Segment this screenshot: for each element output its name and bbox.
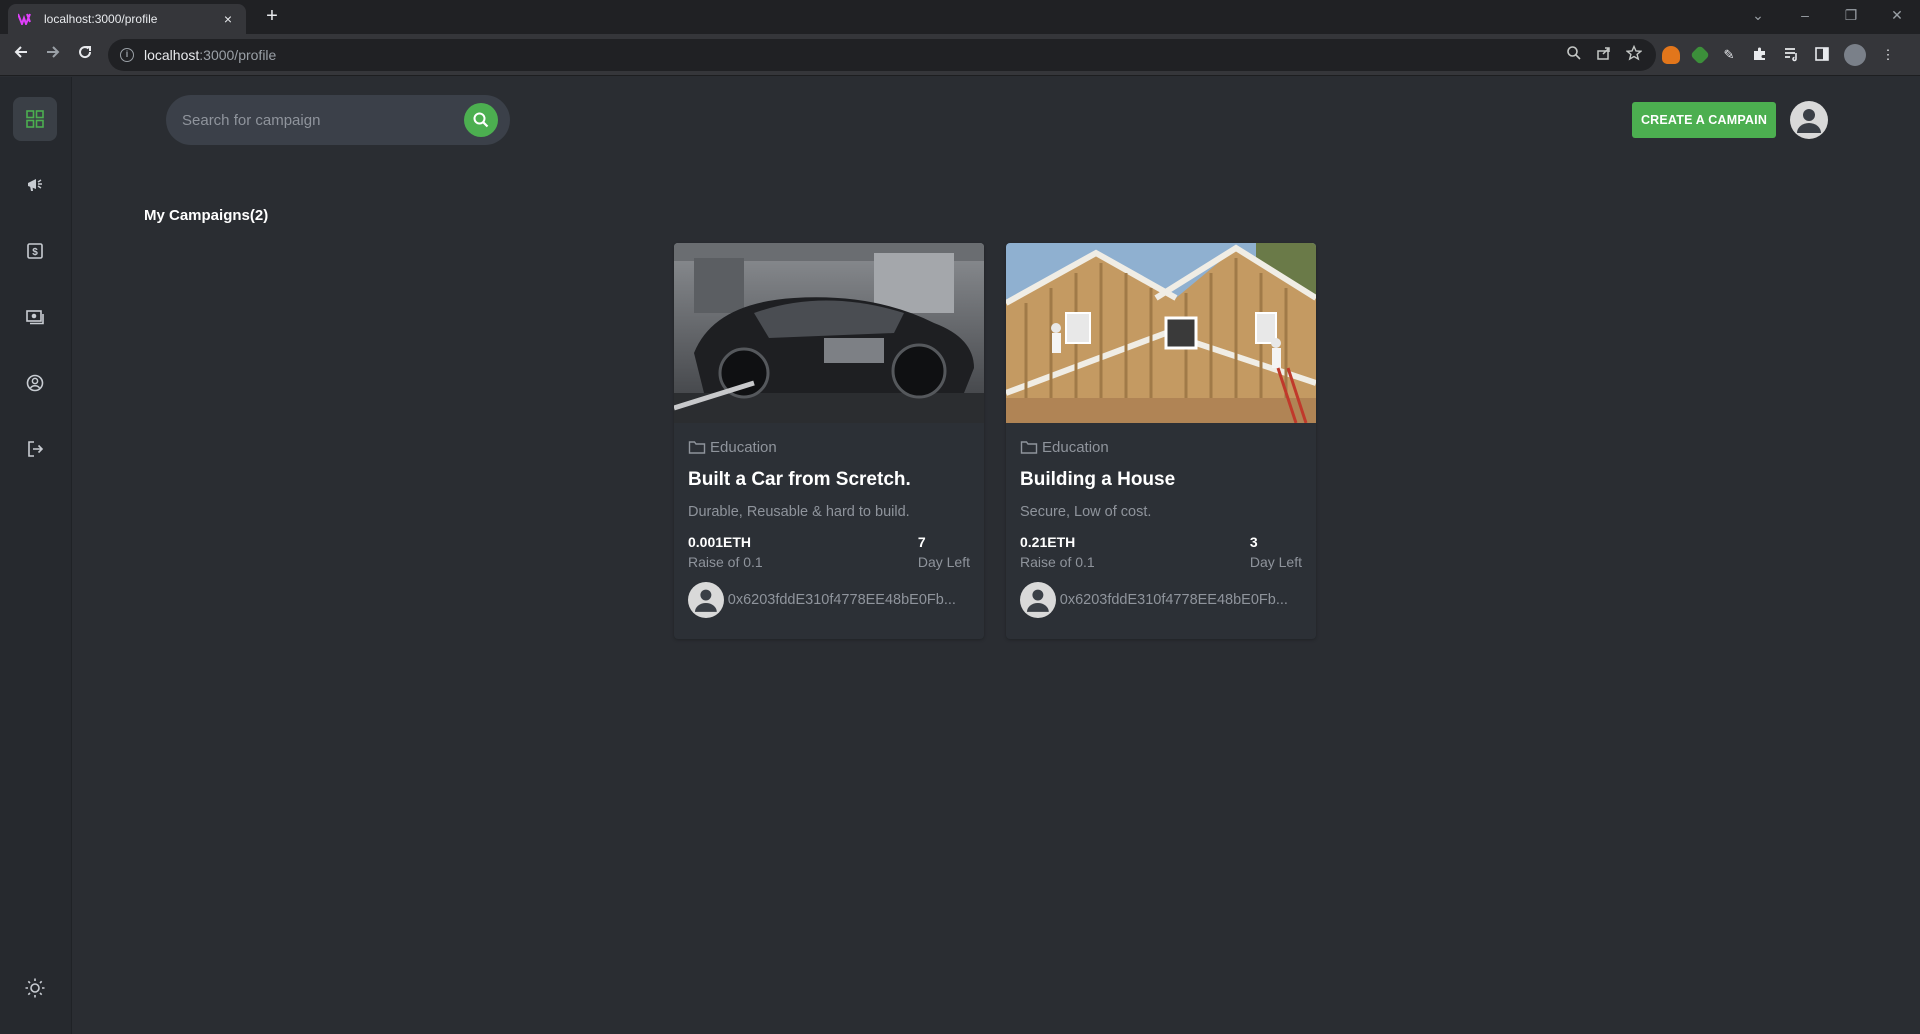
sidebar-item-dashboard[interactable] [13, 97, 57, 141]
create-campaign-button[interactable]: CREATE A CAMPAIN [1632, 102, 1776, 138]
logout-icon [28, 441, 44, 457]
sidebar-item-payment[interactable]: $ [13, 229, 57, 273]
campaign-raised: 0.21ETH Raise of 0.1 [1020, 534, 1095, 570]
close-window-icon[interactable]: ✕ [1874, 4, 1920, 30]
owner-avatar [1020, 582, 1056, 618]
tab-title: localhost:3000/profile [44, 12, 158, 26]
minimize-icon[interactable]: – [1782, 4, 1828, 30]
campaign-category: Education [1020, 437, 1302, 457]
search-input[interactable] [182, 111, 452, 129]
campaign-description: Durable, Reusable & hard to build. [688, 504, 910, 520]
share-icon[interactable] [1596, 45, 1612, 61]
metamask-extension-icon[interactable] [1662, 46, 1680, 64]
browser-tabbar: localhost:3000/profile × + ⌄ – ❐ ✕ [0, 0, 1920, 34]
search-bar [166, 95, 510, 145]
dashboard-icon [26, 110, 44, 128]
owner-avatar-icon [1026, 589, 1049, 612]
browser-menu-icon[interactable]: ⋮ [1879, 46, 1897, 64]
withdraw-icon [26, 310, 44, 325]
campaign-image-house [1006, 243, 1316, 423]
sidebar-item-withdraw[interactable] [13, 295, 57, 339]
tab-search-chevron-icon[interactable]: ⌄ [1735, 4, 1781, 30]
sidebar-item-logout[interactable] [13, 427, 57, 471]
svg-text:$: $ [32, 247, 38, 258]
sidebar: $ [0, 77, 72, 1034]
theme-toggle-sun-icon[interactable] [24, 977, 46, 999]
campaign-days-left: 7 Day Left [917, 534, 970, 570]
campaign-owner: 0x6203fddE310f4778EE48bE0Fb... [1020, 582, 1302, 618]
folder-icon [1020, 441, 1038, 454]
campaign-description: Secure, Low of cost. [1020, 504, 1152, 520]
green-extension-icon[interactable] [1690, 45, 1710, 65]
sidebar-item-campaign[interactable] [13, 163, 57, 207]
site-favicon-icon [18, 13, 31, 25]
search-icon [473, 112, 489, 128]
tab-close-icon[interactable]: × [220, 11, 236, 27]
profile-avatar-icon[interactable] [1844, 44, 1866, 66]
user-avatar-icon [1797, 109, 1821, 133]
reload-icon[interactable] [73, 43, 97, 67]
campaign-image-car [674, 243, 984, 423]
side-panel-icon[interactable] [1813, 46, 1831, 64]
campaign-title: Built a Car from Scretch. [688, 469, 911, 490]
url-text: localhost:3000/profile [144, 47, 277, 63]
site-info-icon[interactable]: i [120, 48, 134, 62]
address-bar[interactable]: i localhost:3000/profile [108, 39, 1656, 71]
media-queue-icon[interactable] [1782, 46, 1800, 64]
campaign-icon [28, 179, 42, 191]
campaign-category: Education [688, 437, 970, 457]
campaign-raised: 0.001ETH Raise of 0.1 [688, 534, 763, 570]
sidebar-item-profile[interactable] [13, 361, 57, 405]
zoom-icon[interactable] [1566, 45, 1582, 61]
campaign-days-left: 3 Day Left [1249, 534, 1302, 570]
owner-avatar [688, 582, 724, 618]
search-button[interactable] [464, 103, 498, 137]
forward-icon[interactable] [41, 43, 65, 67]
pen-extension-icon[interactable]: ✎ [1720, 46, 1738, 64]
bookmark-star-icon[interactable] [1626, 45, 1642, 61]
profile-icon [26, 374, 44, 392]
back-icon[interactable] [9, 43, 33, 67]
payment-icon: $ [27, 243, 43, 259]
user-avatar-button[interactable] [1790, 101, 1828, 139]
campaign-owner: 0x6203fddE310f4778EE48bE0Fb... [688, 582, 970, 618]
owner-avatar-icon [694, 589, 717, 612]
browser-toolbar: i localhost:3000/profile ✎ ⋮ [0, 34, 1920, 76]
restore-icon[interactable]: ❐ [1828, 4, 1874, 30]
folder-icon [688, 441, 706, 454]
campaign-card[interactable]: Education Building a House Secure, Low o… [1006, 243, 1316, 639]
campaign-title: Building a House [1020, 469, 1176, 490]
extensions-puzzle-icon[interactable] [1751, 46, 1769, 64]
campaign-card[interactable]: Education Built a Car from Scretch. Dura… [674, 243, 984, 639]
browser-tab[interactable]: localhost:3000/profile × [8, 4, 246, 34]
new-tab-button[interactable]: + [260, 5, 284, 29]
page-title: My Campaigns(2) [144, 207, 269, 224]
